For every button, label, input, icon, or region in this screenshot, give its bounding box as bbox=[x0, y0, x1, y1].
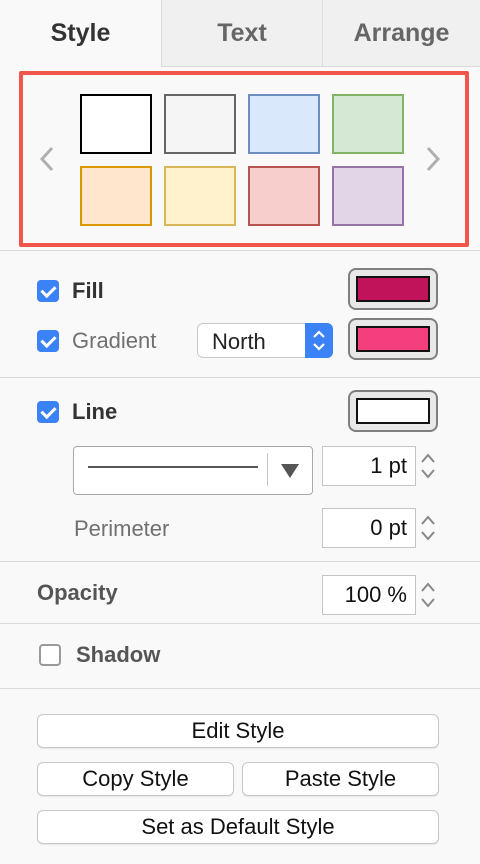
style-swatch[interactable] bbox=[332, 94, 404, 154]
updown-chevron-icon bbox=[305, 323, 333, 358]
style-swatch[interactable] bbox=[80, 94, 152, 154]
shadow-label: Shadow bbox=[76, 642, 161, 667]
gradient-direction-value: North bbox=[212, 329, 266, 354]
divider bbox=[0, 561, 480, 562]
line-checkbox[interactable] bbox=[37, 401, 59, 423]
line-pattern-select[interactable] bbox=[73, 446, 313, 495]
line-pattern-preview bbox=[88, 466, 258, 468]
divider bbox=[0, 623, 480, 624]
gradient-checkbox[interactable] bbox=[37, 330, 59, 352]
divider bbox=[0, 250, 480, 251]
copy-style-button[interactable]: Copy Style bbox=[37, 762, 234, 796]
line-label: Line bbox=[72, 399, 118, 424]
fill-color-swatch bbox=[356, 276, 430, 302]
line-color-button[interactable] bbox=[348, 390, 438, 432]
perimeter-input[interactable]: 0 pt bbox=[322, 508, 416, 548]
fill-color-button[interactable] bbox=[348, 268, 438, 310]
divider bbox=[0, 377, 480, 378]
style-swatch[interactable] bbox=[164, 166, 236, 226]
line-width-input[interactable]: 1 pt bbox=[322, 446, 416, 486]
set-default-style-button[interactable]: Set as Default Style bbox=[37, 810, 439, 844]
tab-text[interactable]: Text bbox=[161, 0, 322, 67]
style-swatch[interactable] bbox=[332, 166, 404, 226]
shadow-checkbox[interactable] bbox=[39, 644, 61, 666]
opacity-input[interactable]: 100 % bbox=[322, 575, 416, 615]
triangle-down-icon bbox=[280, 459, 300, 485]
gradient-direction-select[interactable]: North bbox=[197, 323, 333, 358]
divider bbox=[0, 688, 480, 689]
style-swatch[interactable] bbox=[164, 94, 236, 154]
fill-checkbox[interactable] bbox=[37, 280, 59, 302]
edit-style-button[interactable]: Edit Style bbox=[37, 714, 439, 748]
opacity-label: Opacity bbox=[37, 580, 118, 605]
fill-label: Fill bbox=[72, 278, 104, 303]
select-divider bbox=[267, 453, 268, 486]
style-swatch[interactable] bbox=[80, 166, 152, 226]
tab-style[interactable]: Style bbox=[0, 0, 161, 67]
style-swatch[interactable] bbox=[248, 94, 320, 154]
gradient-label: Gradient bbox=[72, 328, 157, 353]
paste-style-button[interactable]: Paste Style bbox=[242, 762, 439, 796]
stepper-icon[interactable] bbox=[417, 575, 439, 615]
gradient-color-swatch bbox=[356, 326, 430, 352]
stepper-icon[interactable] bbox=[417, 446, 439, 486]
chevron-left-icon[interactable] bbox=[38, 144, 56, 180]
style-swatch[interactable] bbox=[248, 166, 320, 226]
tab-arrange[interactable]: Arrange bbox=[322, 0, 480, 67]
line-color-swatch bbox=[356, 398, 430, 424]
stepper-icon[interactable] bbox=[417, 508, 439, 548]
perimeter-label: Perimeter bbox=[74, 516, 170, 541]
gradient-color-button[interactable] bbox=[348, 318, 438, 360]
chevron-right-icon[interactable] bbox=[424, 144, 442, 180]
